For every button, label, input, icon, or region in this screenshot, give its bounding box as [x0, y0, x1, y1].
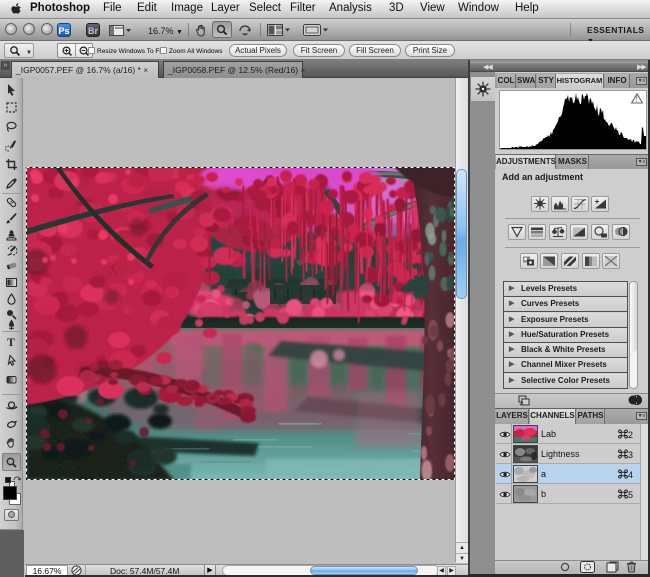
svg-text:T: T	[7, 335, 15, 348]
svg-text:!: !	[636, 95, 638, 104]
